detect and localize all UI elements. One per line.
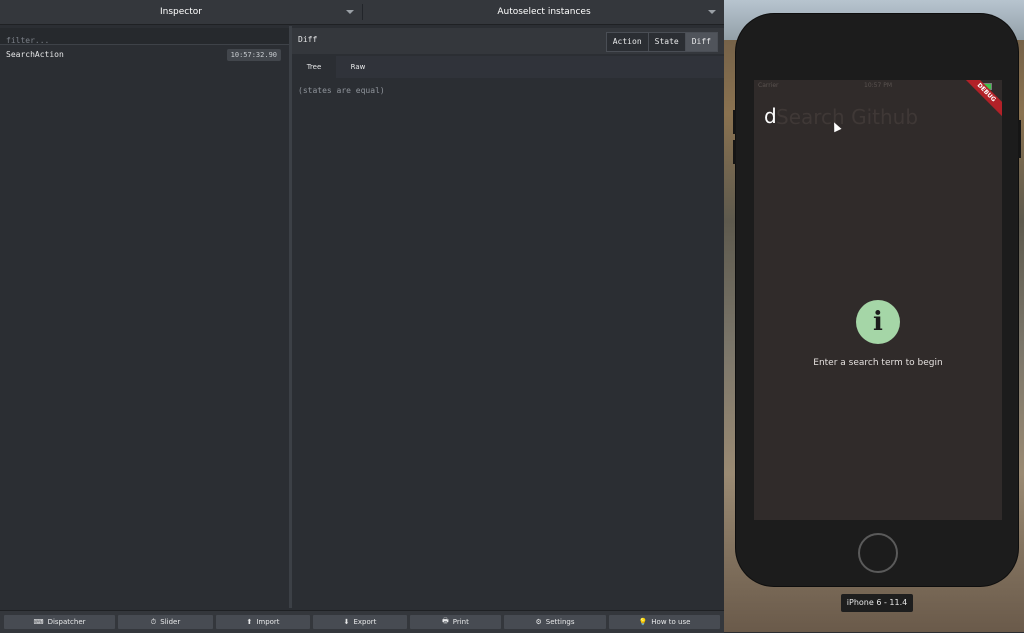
upload-icon: ⬆ bbox=[246, 618, 253, 626]
how-to-use-button[interactable]: 💡 How to use bbox=[609, 615, 720, 629]
dispatcher-label: Dispatcher bbox=[47, 618, 86, 626]
chevron-down-icon bbox=[708, 10, 716, 14]
volume-down-button bbox=[733, 140, 736, 164]
monitor-dropdown[interactable]: Inspector bbox=[0, 0, 362, 24]
top-toolbar: Inspector Autoselect instances bbox=[0, 0, 724, 25]
print-button[interactable]: 🖶 Print bbox=[410, 615, 501, 629]
info-icon: i bbox=[856, 300, 900, 344]
home-button[interactable] bbox=[858, 533, 898, 573]
detail-title: Diff bbox=[298, 35, 318, 44]
redux-devtools-panel: Inspector Autoselect instances SearchAct… bbox=[0, 0, 724, 633]
ios-status-bar: Carrier 10:57 PM bbox=[754, 80, 1002, 92]
empty-state-message: Enter a search term to begin bbox=[813, 358, 943, 368]
slider-button[interactable]: ⏱ Slider bbox=[118, 615, 213, 629]
chevron-down-icon bbox=[346, 10, 354, 14]
slider-label: Slider bbox=[160, 618, 181, 626]
status-clock: 10:57 PM bbox=[864, 82, 892, 89]
import-button[interactable]: ⬆ Import bbox=[216, 615, 310, 629]
action-list-pane: SearchAction 10:57:32.90 bbox=[0, 26, 289, 608]
diff-message: (states are equal) bbox=[298, 86, 385, 95]
carrier-label: Carrier bbox=[758, 82, 779, 89]
export-button[interactable]: ⬇ Export bbox=[313, 615, 407, 629]
detail-tabs: Tree Raw bbox=[292, 56, 724, 78]
how-to-use-label: How to use bbox=[651, 618, 691, 626]
search-placeholder-text: Search Github bbox=[776, 105, 919, 129]
printer-icon: 🖶 bbox=[442, 616, 449, 625]
action-list-item[interactable]: SearchAction 10:57:32.90 bbox=[0, 48, 289, 64]
action-timestamp: 10:57:32.90 bbox=[226, 49, 281, 61]
instance-dropdown[interactable]: Autoselect instances bbox=[364, 0, 724, 24]
import-label: Import bbox=[256, 618, 280, 626]
tab-raw[interactable]: Raw bbox=[336, 56, 380, 78]
monitor-dropdown-label: Inspector bbox=[160, 7, 202, 17]
bottom-toolbar: ⌨ Dispatcher ⏱ Slider ⬆ Import ⬇ Export … bbox=[0, 610, 724, 633]
device-label: iPhone 6 - 11.4 bbox=[841, 594, 913, 612]
action-name: SearchAction bbox=[6, 50, 64, 59]
instance-dropdown-label: Autoselect instances bbox=[497, 7, 591, 17]
mode-diff-button[interactable]: Diff bbox=[684, 33, 717, 51]
keyboard-icon: ⌨ bbox=[33, 618, 44, 626]
detail-header: Diff Action State Diff bbox=[292, 28, 724, 54]
mode-action-button[interactable]: Action bbox=[606, 33, 648, 51]
export-label: Export bbox=[353, 618, 377, 626]
download-icon: ⬇ bbox=[343, 618, 350, 626]
settings-label: Settings bbox=[545, 618, 575, 626]
tab-tree[interactable]: Tree bbox=[292, 56, 336, 78]
mode-state-button[interactable]: State bbox=[647, 33, 685, 51]
timer-icon: ⏱ bbox=[150, 617, 157, 626]
volume-up-button bbox=[733, 110, 736, 134]
lightbulb-icon: 💡 bbox=[638, 618, 648, 626]
search-input-text[interactable]: d bbox=[764, 104, 777, 128]
power-button bbox=[1018, 120, 1021, 158]
gear-icon: ⚙ bbox=[535, 618, 542, 626]
filter-input[interactable] bbox=[6, 33, 286, 48]
print-label: Print bbox=[452, 618, 469, 626]
simulator-screen[interactable]: Carrier 10:57 PM DEBUG Search Github d i… bbox=[754, 80, 1002, 520]
mode-switcher: Action State Diff bbox=[605, 32, 718, 52]
dropdown-divider bbox=[362, 4, 363, 20]
filter-bar bbox=[0, 28, 289, 48]
action-detail-pane: Diff Action State Diff Tree Raw (states … bbox=[292, 26, 724, 608]
settings-button[interactable]: ⚙ Settings bbox=[504, 615, 606, 629]
dispatcher-button[interactable]: ⌨ Dispatcher bbox=[4, 615, 115, 629]
